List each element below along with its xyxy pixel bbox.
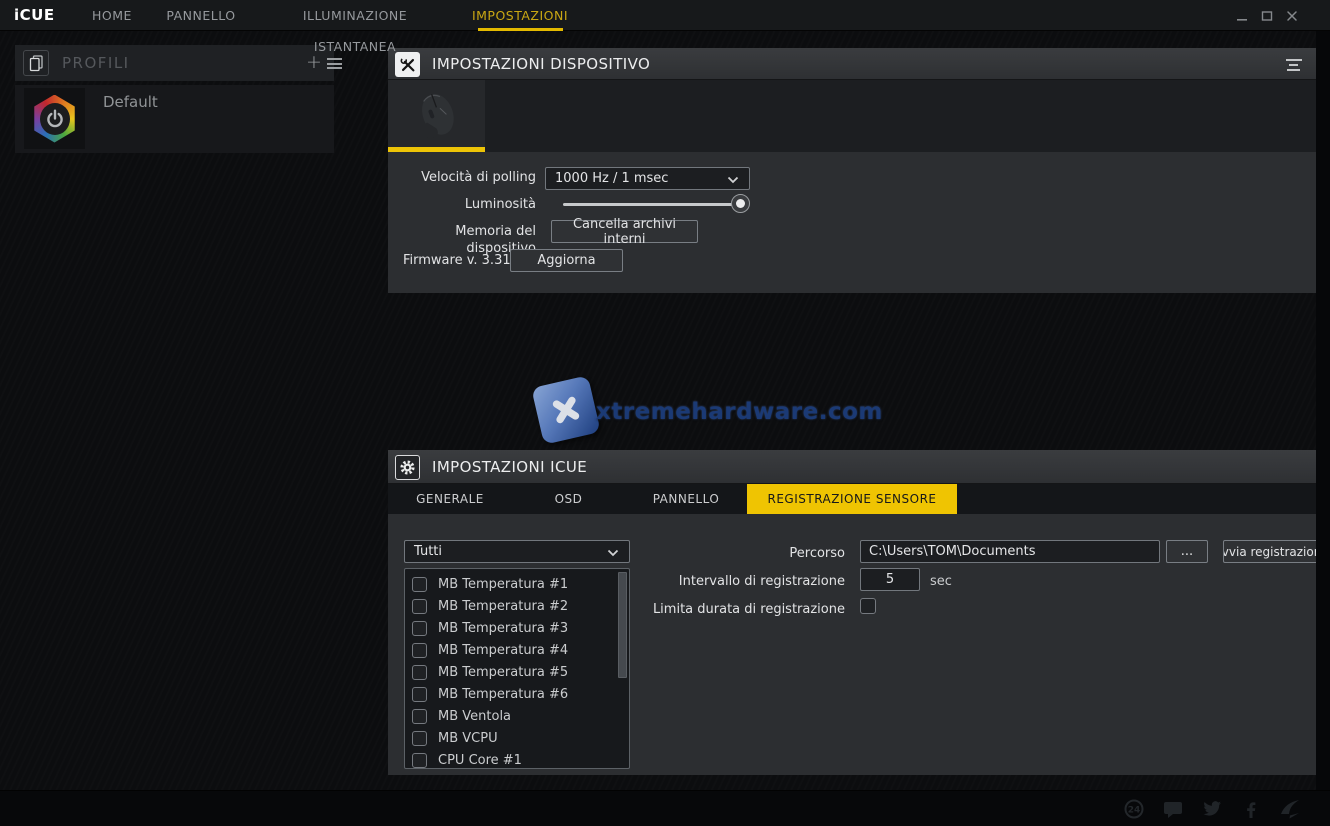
recording-interval-label: Intervallo di registrazione (608, 573, 845, 590)
device-panel-title: IMPOSTAZIONI DISPOSITIVO (432, 48, 650, 80)
checkbox-icon[interactable] (412, 753, 427, 768)
sensor-label: MB VCPU (438, 731, 498, 746)
list-item[interactable]: MB VCPU (405, 727, 629, 749)
nav-impostazioni-active[interactable]: IMPOSTAZIONI (470, 0, 570, 31)
sensor-list: MB Temperatura #1 MB Temperatura #2 MB T… (404, 568, 630, 769)
sensor-label: MB Temperatura #5 (438, 665, 568, 680)
twitter-icon[interactable] (1200, 797, 1224, 821)
icue-tabstrip: GENERALE OSD PANNELLO REGISTRAZIONE SENS… (388, 484, 1316, 514)
chevron-down-icon (607, 549, 619, 557)
active-tab-underline (478, 28, 563, 31)
sensor-label: MB Temperatura #6 (438, 687, 568, 702)
checkbox-icon[interactable] (412, 687, 427, 702)
mouse-image (406, 88, 466, 143)
brightness-slider-knob[interactable] (731, 194, 750, 213)
crossed-tools-icon (395, 52, 420, 77)
brightness-slider-track[interactable] (563, 203, 740, 206)
checkbox-icon[interactable] (412, 709, 427, 724)
footer-bar: 24 (0, 790, 1330, 826)
sensor-filter-dropdown[interactable]: Tutti (404, 540, 630, 563)
svg-text:24: 24 (1128, 806, 1141, 816)
polling-rate-dropdown[interactable]: 1000 Hz / 1 msec (545, 167, 750, 190)
firmware-version-label: Firmware v. 3.31 (403, 252, 511, 269)
path-label: Percorso (648, 545, 845, 562)
device-tabstrip (388, 80, 1316, 152)
list-item[interactable]: MB Temperatura #2 (405, 595, 629, 617)
icue-profile-icon (33, 95, 77, 143)
list-item[interactable]: MB Temperatura #5 (405, 661, 629, 683)
checkbox-icon[interactable] (412, 665, 427, 680)
limit-duration-checkbox[interactable] (860, 598, 876, 614)
path-input[interactable] (860, 540, 1160, 563)
tab-osd[interactable]: OSD (512, 484, 625, 514)
profile-avatar (24, 88, 85, 149)
sensor-label: MB Temperatura #1 (438, 577, 568, 592)
checkbox-icon[interactable] (412, 643, 427, 658)
pages-icon (23, 50, 49, 76)
recording-interval-input[interactable] (860, 568, 920, 591)
sensor-label: CPU Core #1 (438, 753, 522, 768)
sensor-label: MB Temperatura #3 (438, 621, 568, 636)
checkbox-icon[interactable] (412, 731, 427, 746)
list-item[interactable]: MB Ventola (405, 705, 629, 727)
nav-home[interactable]: HOME (84, 0, 140, 31)
xtremehardware-logo-icon (531, 375, 601, 445)
icue-logo: iCUE (14, 0, 55, 31)
maximize-icon[interactable] (1256, 0, 1278, 31)
polling-rate-label: Velocità di polling (388, 169, 536, 186)
list-item[interactable]: MB Temperatura #1 (405, 573, 629, 595)
sensor-filter-value: Tutti (414, 544, 442, 559)
start-recording-button[interactable]: Avvia registrazione (1223, 540, 1316, 563)
title-bar: iCUE HOME PANNELLO ILLUMINAZIONE ISTANTA… (0, 0, 1330, 31)
polling-rate-value: 1000 Hz / 1 msec (555, 171, 668, 186)
device-settings-panel: IMPOSTAZIONI DISPOSITIVO Velocità di pol… (388, 48, 1316, 293)
checkbox-icon[interactable] (412, 599, 427, 614)
icue-panel-title: IMPOSTAZIONI ICUE (432, 450, 587, 484)
list-item[interactable]: MB Temperatura #3 (405, 617, 629, 639)
tab-generale[interactable]: GENERALE (388, 484, 512, 514)
profile-item-default[interactable]: Default (15, 85, 334, 153)
panel-menu-icon[interactable] (1285, 59, 1302, 74)
minimize-icon[interactable] (1231, 0, 1253, 31)
profiles-header: PROFILI + (15, 45, 334, 81)
chat-icon[interactable] (1161, 797, 1185, 821)
profiles-title: PROFILI (62, 45, 130, 81)
watermark-text: xtremehardware.com (596, 399, 883, 425)
checkbox-icon[interactable] (412, 621, 427, 636)
nav-pannello[interactable]: PANNELLO (158, 0, 244, 31)
corsair-icon[interactable] (1278, 797, 1304, 821)
device-tab-underline (388, 147, 485, 152)
support-24-icon[interactable]: 24 (1122, 797, 1146, 821)
window-edge (1316, 31, 1330, 790)
sensor-label: MB Temperatura #4 (438, 643, 568, 658)
list-item[interactable]: CPU Core #1 (405, 749, 629, 771)
device-tab-mouse[interactable] (388, 80, 485, 152)
sensor-label: MB Temperatura #2 (438, 599, 568, 614)
chevron-down-icon (727, 176, 739, 184)
checkbox-icon[interactable] (412, 577, 427, 592)
list-item[interactable]: MB Temperatura #4 (405, 639, 629, 661)
browse-button[interactable]: ... (1166, 540, 1208, 563)
sensor-label: MB Ventola (438, 709, 511, 724)
device-panel-header: IMPOSTAZIONI DISPOSITIVO (388, 48, 1316, 80)
brightness-label: Luminosità (388, 196, 536, 213)
clear-internal-files-button[interactable]: Cancella archivi interni (551, 220, 698, 243)
close-icon[interactable] (1281, 0, 1303, 31)
firmware-update-button[interactable]: Aggiorna (510, 249, 623, 272)
list-item[interactable]: MB Temperatura #6 (405, 683, 629, 705)
profile-name: Default (103, 93, 158, 111)
watermark: xtremehardware.com (530, 376, 800, 448)
tab-registrazione-sensore-active[interactable]: REGISTRAZIONE SENSORE (747, 484, 957, 514)
nav-illuminazione-istantanea[interactable]: ILLUMINAZIONE ISTANTANEA (265, 0, 445, 31)
icue-settings-panel: IMPOSTAZIONI ICUE GENERALE OSD PANNELLO … (388, 450, 1316, 775)
facebook-icon[interactable] (1239, 797, 1263, 821)
icue-panel-header: IMPOSTAZIONI ICUE (388, 450, 1316, 484)
tab-pannello[interactable]: PANNELLO (625, 484, 747, 514)
device-memory-label: Memoria del dispositivo (388, 223, 536, 240)
interval-unit-label: sec (930, 573, 952, 590)
gear-icon (395, 455, 420, 480)
limit-duration-label: Limita durata di registrazione (608, 601, 845, 618)
